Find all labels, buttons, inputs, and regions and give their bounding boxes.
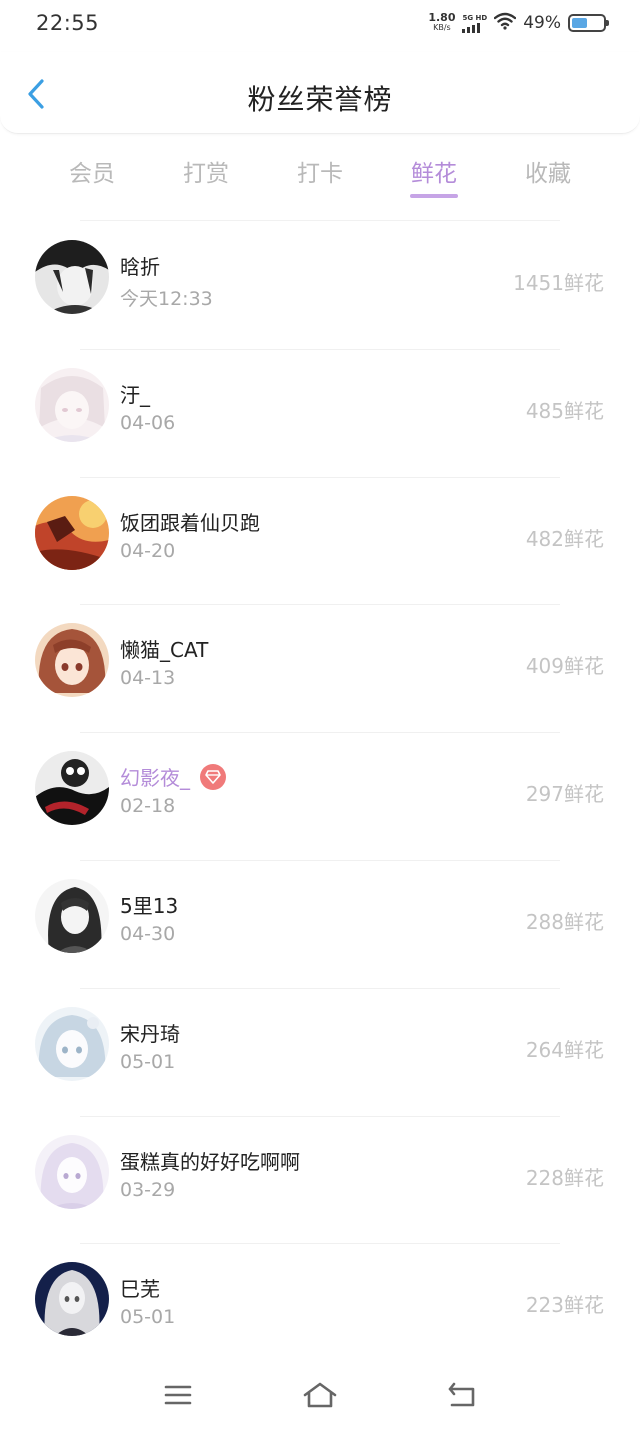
user-name: 饭团跟着仙贝跑	[120, 510, 260, 535]
signal-icon: 5G HD	[462, 14, 487, 33]
name-line: 巳芜	[120, 1273, 160, 1302]
avatar[interactable]	[35, 1134, 109, 1209]
flower-count: 228鲜花	[525, 1165, 604, 1190]
system-nav-bar	[0, 1360, 640, 1433]
back-icon	[448, 1382, 475, 1407]
page-title: 粉丝荣誉榜	[247, 83, 393, 116]
tabs-divider	[80, 220, 560, 221]
battery-icon	[568, 14, 609, 32]
diamond-icon	[200, 763, 226, 790]
wifi-icon	[494, 12, 517, 34]
avatar[interactable]	[35, 751, 109, 826]
tab-flowers[interactable]: 鲜花	[377, 150, 491, 210]
flower-count: 1451鲜花	[513, 271, 604, 295]
status-bar: 22:55 1.80 KB/s 5G HD 49%	[0, 0, 640, 50]
flower-count: 264鲜花	[525, 1037, 604, 1062]
name-line: 汙_	[120, 379, 150, 408]
item-date: 04-20	[120, 539, 176, 562]
user-name: 5里13	[120, 893, 179, 918]
avatar[interactable]	[35, 623, 109, 698]
item-date: 今天12:33	[120, 288, 213, 310]
item-date: 05-01	[120, 1306, 176, 1329]
item-date: 03-29	[120, 1178, 176, 1201]
menu-icon	[164, 1385, 192, 1405]
back-nav-button[interactable]	[442, 1378, 482, 1412]
name-line: 幻影夜_	[120, 762, 226, 791]
flower-count: 409鲜花	[525, 654, 604, 679]
flower-count: 297鲜花	[525, 782, 604, 807]
user-name: 宋丹琦	[120, 1021, 180, 1046]
avatar[interactable]	[35, 367, 109, 442]
home-button[interactable]	[300, 1378, 340, 1412]
name-line: 5里13	[120, 890, 178, 919]
net-speed: 1.80 KB/s	[428, 11, 456, 33]
item-date: 02-18	[120, 795, 176, 818]
user-name: 蛋糕真的好好吃啊啊	[120, 1149, 300, 1174]
menu-button[interactable]	[158, 1378, 198, 1412]
tab-checkin[interactable]: 打卡	[263, 150, 377, 210]
name-line: 懒猫_CAT	[120, 634, 208, 663]
tab-favorites[interactable]: 收藏	[491, 150, 605, 210]
battery-percent: 49%	[523, 13, 561, 33]
list-item[interactable]: 饭团跟着仙贝跑 04-20 482鲜花	[0, 478, 640, 606]
flower-count: 223鲜花	[525, 1293, 604, 1318]
flower-count: 288鲜花	[525, 909, 604, 934]
battery-level	[572, 18, 587, 28]
user-name: 幻影夜_	[120, 766, 190, 791]
page-header: 粉丝荣誉榜	[0, 52, 640, 134]
home-icon	[303, 1382, 337, 1408]
list-item[interactable]: 晗折 今天12:33 1451鲜花	[0, 222, 640, 350]
tab-tips[interactable]: 打赏	[149, 150, 263, 210]
name-line: 饭团跟着仙贝跑	[120, 507, 260, 536]
user-name: 懒猫_CAT	[120, 638, 209, 663]
name-line: 晗折	[120, 251, 160, 280]
item-date: 04-06	[120, 411, 176, 434]
list-item[interactable]: 蛋糕真的好好吃啊啊 03-29 228鲜花	[0, 1117, 640, 1245]
status-indicators: 1.80 KB/s 5G HD 49%	[428, 11, 609, 34]
name-line: 蛋糕真的好好吃啊啊	[120, 1146, 300, 1175]
user-name: 巳芜	[120, 1277, 160, 1302]
name-line: 宋丹琦	[120, 1018, 180, 1047]
user-name: 汙_	[120, 382, 150, 407]
list-item[interactable]: 5里13 04-30 288鲜花	[0, 861, 640, 989]
net-speed-unit: KB/s	[433, 23, 451, 32]
user-name: 晗折	[120, 255, 160, 279]
tab-bar: 会员 打赏 打卡 鲜花 收藏	[35, 150, 605, 210]
net-type-label: 5G HD	[462, 13, 488, 22]
avatar[interactable]	[35, 240, 109, 314]
avatar[interactable]	[35, 878, 109, 953]
tab-members[interactable]: 会员	[35, 150, 149, 210]
list-item[interactable]: 幻影夜_ 02-18 297鲜花	[0, 733, 640, 861]
avatar[interactable]	[35, 1006, 109, 1081]
flower-count: 485鲜花	[525, 398, 604, 423]
status-time: 22:55	[36, 11, 100, 35]
flower-count: 482鲜花	[525, 526, 604, 551]
avatar[interactable]	[35, 495, 109, 570]
list-item[interactable]: 巳芜 05-01 223鲜花	[0, 1244, 640, 1372]
list-item[interactable]: 懒猫_CAT 04-13 409鲜花	[0, 605, 640, 734]
list-item[interactable]: 汙_ 04-06 485鲜花	[0, 350, 640, 478]
item-date: 04-30	[120, 922, 176, 945]
avatar[interactable]	[35, 1262, 109, 1337]
net-speed-value: 1.80	[428, 11, 456, 24]
ranking-list: 晗折 今天12:33 1451鲜花 汙_ 04-06 485鲜花 饭团跟着仙贝跑…	[0, 222, 640, 1372]
item-date: 05-01	[120, 1050, 176, 1073]
list-item[interactable]: 宋丹琦 05-01 264鲜花	[0, 989, 640, 1117]
item-date: 04-13	[120, 667, 176, 690]
